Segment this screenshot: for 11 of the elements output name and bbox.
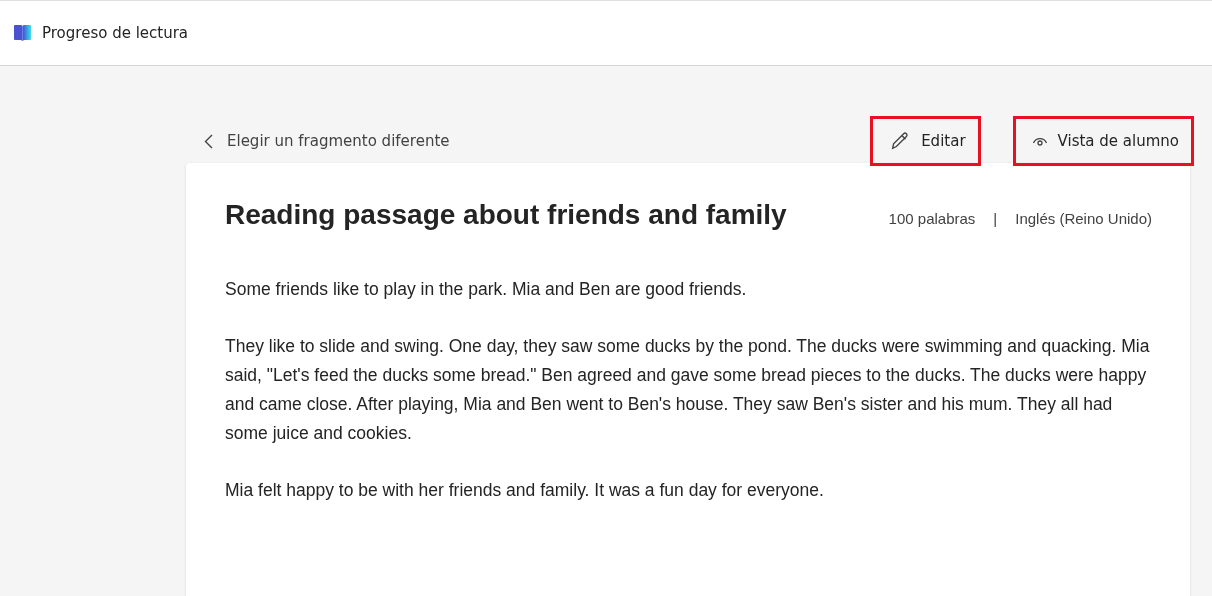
meta-separator: |: [993, 210, 998, 227]
passage-paragraph: They like to slide and swing. One day, they saw some ducks by the pond. The ducks were swimming and quacking. Mia said, "Let's feed the ducks some bread." Ben agreed and gave some bread pieces to the ducks. The ducks were happy and came close. After playing, Mia and Ben went to Ben's house. They saw Ben's sister and his mum. They all had some juice and cookies.: [225, 335, 1150, 445]
edit-button[interactable]: Editar: [870, 116, 981, 166]
app-title: Progreso de lectura: [42, 24, 189, 42]
passage-paragraph: Some friends like to play in the park. Mia and Ben are good friends.: [225, 278, 748, 301]
passage-language: Inglés (Reino Unido): [1015, 210, 1152, 227]
back-link[interactable]: Elegir un fragmento diferente: [186, 132, 450, 150]
passage-title: Reading passage about friends and family: [225, 199, 787, 231]
student-view-button[interactable]: Vista de alumno: [1012, 116, 1194, 166]
word-count: 100 palabras: [888, 210, 976, 227]
passage-paragraph: Mia felt happy to be with her friends and family. It was a fun day for everyone.: [225, 479, 825, 502]
